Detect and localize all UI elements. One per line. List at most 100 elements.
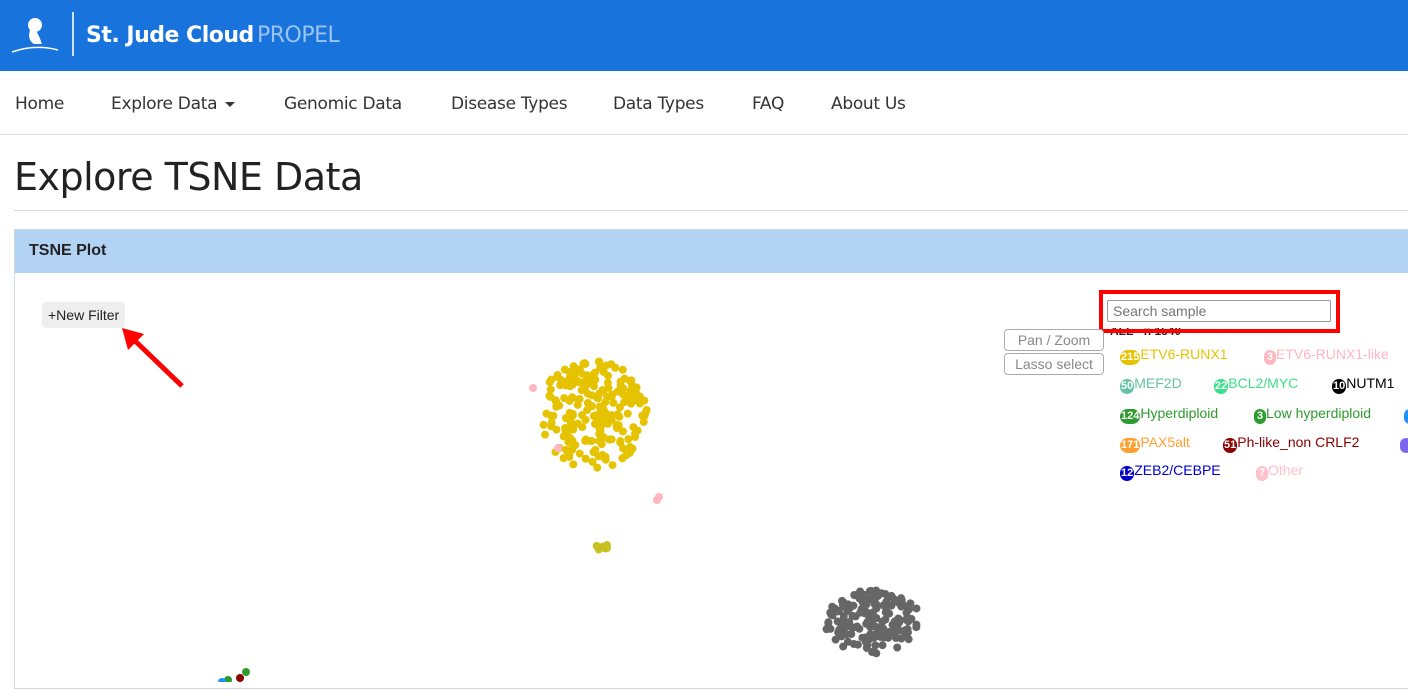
sample-point[interactable] — [619, 444, 628, 453]
sample-point[interactable] — [589, 377, 598, 386]
nav-home[interactable]: Home — [15, 94, 64, 114]
sample-point[interactable] — [607, 435, 616, 444]
nav-about-us[interactable]: About Us — [831, 94, 906, 114]
sample-point[interactable] — [583, 389, 592, 398]
sample-point[interactable] — [577, 369, 586, 378]
nav-faq[interactable]: FAQ — [752, 94, 784, 114]
legend-item[interactable]: 3 Low hyperdiploid — [1254, 405, 1371, 424]
sample-point[interactable] — [889, 594, 898, 603]
nav-data-types[interactable]: Data Types — [613, 94, 704, 114]
sample-point[interactable] — [242, 668, 250, 676]
legend-item[interactable]: 124Hyperdiploid — [1120, 405, 1218, 424]
sample-point[interactable] — [547, 375, 556, 384]
nav-explore-data[interactable]: Explore Data — [111, 94, 236, 114]
sample-point[interactable] — [904, 617, 913, 626]
legend-item[interactable]: 12ZEB2/CEBPE — [1120, 462, 1221, 481]
legend-item[interactable]: 10NUTM1 — [1332, 375, 1394, 394]
sample-point[interactable] — [878, 641, 887, 650]
sample-point[interactable] — [552, 425, 561, 434]
sample-point[interactable] — [904, 605, 913, 614]
sample-point[interactable] — [837, 620, 846, 629]
sample-point[interactable] — [593, 463, 602, 472]
sample-point[interactable] — [912, 604, 921, 613]
sample-point[interactable] — [618, 365, 627, 374]
sample-point[interactable] — [607, 411, 616, 420]
legend-item[interactable]: 171PAX5alt — [1120, 434, 1190, 453]
sample-point[interactable] — [616, 381, 625, 390]
lasso-select-button[interactable]: Lasso select — [1004, 353, 1104, 375]
brand-name[interactable]: St. Jude Cloud — [86, 23, 254, 48]
sample-point[interactable] — [555, 401, 564, 410]
sample-point[interactable] — [843, 606, 852, 615]
sample-point[interactable] — [561, 414, 570, 423]
sample-point[interactable] — [539, 420, 548, 429]
sample-point[interactable] — [587, 436, 596, 445]
sample-point[interactable] — [603, 378, 612, 387]
sample-point[interactable] — [554, 444, 562, 452]
sample-point[interactable] — [581, 415, 590, 424]
sample-point[interactable] — [236, 674, 244, 682]
sample-point[interactable] — [595, 389, 604, 398]
sample-point[interactable] — [618, 454, 627, 463]
sample-point[interactable] — [580, 359, 589, 368]
sample-point[interactable] — [615, 412, 624, 421]
sample-point[interactable] — [608, 461, 617, 470]
legend-item[interactable] — [1400, 434, 1408, 453]
sample-point[interactable] — [616, 437, 625, 446]
sample-point[interactable] — [855, 594, 864, 603]
sample-point[interactable] — [565, 396, 574, 405]
sample-point[interactable] — [871, 641, 880, 650]
sample-point[interactable] — [622, 392, 631, 401]
sample-point[interactable] — [615, 403, 624, 412]
sample-point[interactable] — [655, 493, 663, 501]
sample-point[interactable] — [839, 642, 848, 651]
sample-point[interactable] — [867, 618, 876, 627]
sample-point[interactable] — [581, 454, 590, 463]
sample-point[interactable] — [871, 594, 880, 603]
legend-item[interactable]: 3 ETV6-RUNX1-like — [1264, 346, 1389, 365]
legend-item[interactable]: 7 Other — [1256, 462, 1303, 481]
sample-point[interactable] — [879, 633, 888, 642]
sample-point[interactable] — [885, 609, 894, 618]
sample-point[interactable] — [833, 607, 842, 616]
sample-point[interactable] — [901, 626, 910, 635]
sample-point[interactable] — [596, 427, 605, 436]
legend-item[interactable]: 50MEF2D — [1120, 375, 1182, 394]
nav-disease-types[interactable]: Disease Types — [451, 94, 568, 114]
sample-point[interactable] — [594, 357, 603, 366]
sample-point[interactable] — [912, 620, 921, 629]
sample-point[interactable] — [573, 400, 582, 409]
sample-point[interactable] — [546, 385, 555, 394]
sample-point[interactable] — [862, 643, 871, 652]
sample-point[interactable] — [893, 643, 902, 652]
legend-item[interactable]: 215ETV6-RUNX1 — [1120, 346, 1228, 365]
sample-point[interactable] — [860, 609, 869, 618]
sample-point[interactable] — [599, 367, 608, 376]
sample-point[interactable] — [583, 406, 592, 415]
sample-point[interactable] — [568, 436, 577, 445]
sample-point[interactable] — [541, 430, 550, 439]
sample-point[interactable] — [577, 378, 586, 387]
sample-point[interactable] — [561, 426, 570, 435]
sample-point[interactable] — [612, 424, 621, 433]
sample-point[interactable] — [630, 429, 639, 438]
sample-point[interactable] — [620, 374, 629, 383]
sample-point[interactable] — [872, 649, 881, 658]
legend-item[interactable] — [1404, 405, 1408, 424]
sample-point[interactable] — [568, 411, 577, 420]
sample-point[interactable] — [838, 599, 847, 608]
st-jude-logo[interactable] — [10, 14, 60, 54]
pan-zoom-button[interactable]: Pan / Zoom — [1004, 329, 1104, 351]
sample-point[interactable] — [628, 381, 637, 390]
sample-point[interactable] — [565, 451, 574, 460]
sample-point[interactable] — [865, 587, 874, 596]
sample-point[interactable] — [594, 452, 603, 461]
sample-point[interactable] — [601, 452, 610, 461]
sample-point[interactable] — [826, 608, 835, 617]
sample-point[interactable] — [853, 622, 862, 631]
sample-point[interactable] — [556, 381, 565, 390]
sample-point[interactable] — [887, 601, 896, 610]
sample-point[interactable] — [895, 618, 904, 627]
sample-point[interactable] — [595, 402, 604, 411]
sample-point[interactable] — [869, 633, 878, 642]
